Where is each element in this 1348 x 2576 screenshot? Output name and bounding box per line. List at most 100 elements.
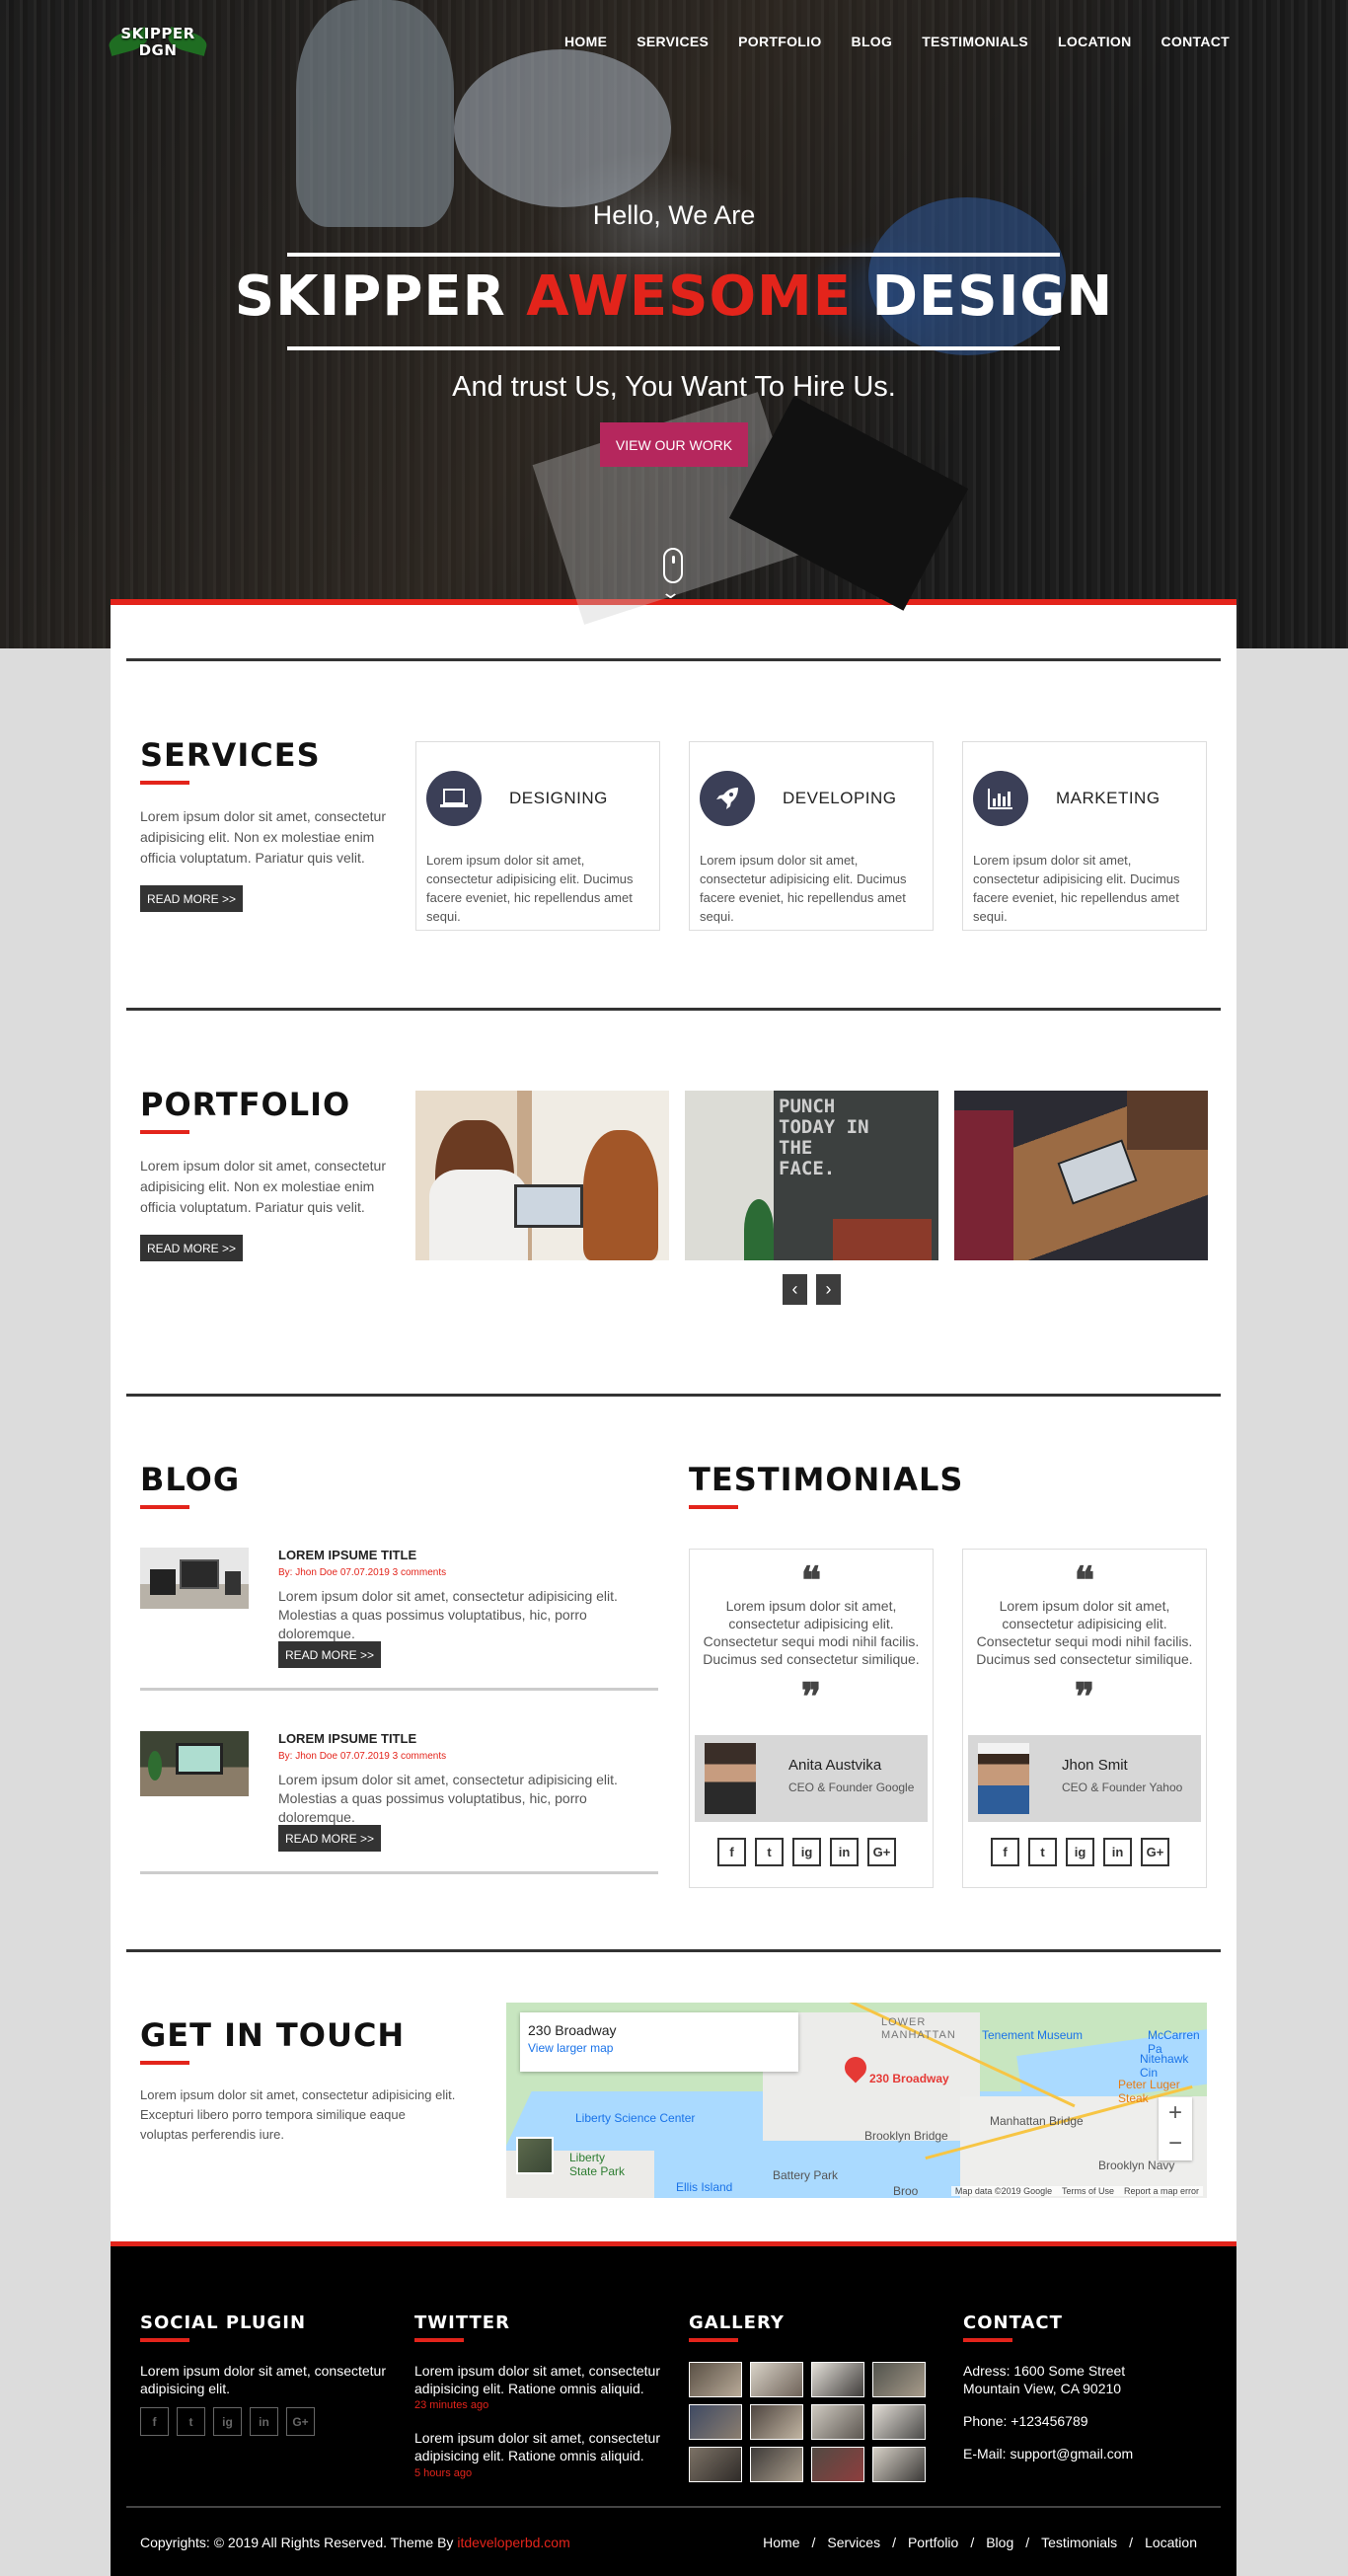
headline-part-3: DESIGN <box>852 265 1114 329</box>
map-satellite-toggle[interactable] <box>516 2137 554 2174</box>
footer-link-portfolio[interactable]: Portfolio <box>908 2535 958 2550</box>
zoom-in-icon[interactable]: + <box>1159 2097 1192 2129</box>
blog-post-title[interactable]: LOREM IPSUME TITLE <box>278 1548 416 1562</box>
portfolio-image-1[interactable] <box>415 1091 669 1260</box>
instagram-icon[interactable]: ig <box>213 2407 242 2436</box>
service-text: Lorem ipsum dolor sit amet, consectetur … <box>973 853 1180 924</box>
gallery-thumb[interactable] <box>811 2447 864 2482</box>
social-plugin-title: SOCIAL PLUGIN <box>140 2312 307 2333</box>
portfolio-image-2[interactable]: PUNCH TODAY IN THE FACE. <box>685 1091 938 1260</box>
photo-laptop <box>514 1184 583 1228</box>
gallery-thumb[interactable] <box>811 2404 864 2440</box>
theme-credit-link[interactable]: itdeveloperbd.com <box>457 2535 569 2550</box>
blog-thumbnail[interactable] <box>140 1548 249 1609</box>
testimonials-title-bar <box>689 1505 738 1509</box>
twitter-icon[interactable]: t <box>1028 1838 1057 1866</box>
hero-tagline: And trust Us, You Want To Hire Us. <box>452 371 896 403</box>
bar-chart-icon <box>973 771 1028 826</box>
linkedin-icon[interactable]: in <box>1103 1838 1132 1866</box>
google-plus-icon[interactable]: G+ <box>867 1838 896 1866</box>
footer-link-separator: / <box>970 2535 975 2550</box>
map-label: Nitehawk Cin <box>1140 2052 1189 2080</box>
author-role: CEO & Founder Google <box>788 1780 915 1794</box>
nav-location[interactable]: LOCATION <box>1058 34 1131 49</box>
gallery-thumb[interactable] <box>750 2404 803 2440</box>
blog-post-excerpt: Lorem ipsum dolor sit amet, consectetur … <box>278 1772 618 1825</box>
hero-greeting: Hello, We Are <box>592 200 756 230</box>
linkedin-icon[interactable]: in <box>830 1838 859 1866</box>
carousel-next-arrow-icon[interactable]: › <box>816 1274 841 1305</box>
location-map[interactable]: 230 Broadway View larger map 230 Broadwa… <box>506 2003 1207 2198</box>
gallery-thumb[interactable] <box>811 2362 864 2397</box>
twitter-title: TWITTER <box>414 2312 510 2333</box>
instagram-icon[interactable]: ig <box>792 1838 821 1866</box>
twitter-icon[interactable]: t <box>177 2407 205 2436</box>
footer-link-services[interactable]: Services <box>827 2535 880 2550</box>
rocket-icon <box>700 771 755 826</box>
blog-read-more-button[interactable]: READ MORE >> <box>278 1641 382 1668</box>
author-social-links: f t ig in G+ <box>991 1838 1169 1866</box>
contact-address-line1: Adress: 1600 Some Street <box>963 2363 1126 2379</box>
services-read-more-button[interactable]: READ MORE >> <box>140 885 244 912</box>
carousel-prev-arrow-icon[interactable]: ‹ <box>783 1274 807 1305</box>
gallery-thumb[interactable] <box>872 2447 926 2482</box>
twitter-icon[interactable]: t <box>755 1838 784 1866</box>
nav-services[interactable]: SERVICES <box>637 34 709 49</box>
view-our-work-button[interactable]: VIEW OUR WORK <box>600 422 748 467</box>
gallery-thumb[interactable] <box>689 2447 742 2482</box>
site-logo[interactable]: SKIPPER DGN <box>107 24 209 63</box>
services-text: Lorem ipsum dolor sit amet, consectetur … <box>140 808 386 866</box>
map-label: Ellis Island <box>676 2180 733 2194</box>
linkedin-icon[interactable]: in <box>250 2407 278 2436</box>
gallery-thumb[interactable] <box>750 2362 803 2397</box>
facebook-icon[interactable]: f <box>717 1838 746 1866</box>
scroll-mouse-icon[interactable] <box>663 548 683 583</box>
author-social-links: f t ig in G+ <box>717 1838 896 1866</box>
gallery-thumb[interactable] <box>872 2362 926 2397</box>
gallery-thumb[interactable] <box>689 2362 742 2397</box>
nav-home[interactable]: HOME <box>564 34 607 49</box>
testimonial-card: ❝ Lorem ipsum dolor sit amet, consectetu… <box>962 1549 1207 1888</box>
blog-post: LOREM IPSUME TITLE By: Jhon Doe 07.07.20… <box>140 1731 658 1874</box>
portfolio-title-bar <box>140 1130 189 1134</box>
hero-headline: SKIPPER AWESOME DESIGN <box>0 265 1348 329</box>
nav-testimonials[interactable]: TESTIMONIALS <box>922 34 1028 49</box>
blog-post-title[interactable]: LOREM IPSUME TITLE <box>278 1731 416 1746</box>
map-label: Tenement Museum <box>982 2028 1084 2042</box>
instagram-icon[interactable]: ig <box>1066 1838 1094 1866</box>
facebook-icon[interactable]: f <box>991 1838 1019 1866</box>
blog-post-meta: By: Jhon Doe 07.07.2019 3 comments <box>278 1751 447 1762</box>
zoom-out-icon[interactable]: − <box>1159 2129 1192 2160</box>
get-in-touch-title: GET IN TOUCH <box>140 2016 406 2054</box>
footer-links: Home / Services / Portfolio / Blog / Testimo… <box>763 2535 1197 2550</box>
footer-link-blog[interactable]: Blog <box>986 2535 1013 2550</box>
portfolio-read-more-button[interactable]: READ MORE >> <box>140 1235 244 1261</box>
google-plus-icon[interactable]: G+ <box>286 2407 315 2436</box>
footer-link-location[interactable]: Location <box>1145 2535 1197 2550</box>
footer-link-testimonials[interactable]: Testimonials <box>1041 2535 1117 2550</box>
blog-read-more-button[interactable]: READ MORE >> <box>278 1825 382 1852</box>
avatar <box>978 1743 1029 1814</box>
portfolio-image-3[interactable] <box>954 1091 1208 1260</box>
map-label: Manhattan Bridge <box>990 2114 1084 2128</box>
gallery-thumb[interactable] <box>750 2447 803 2482</box>
google-plus-icon[interactable]: G+ <box>1141 1838 1169 1866</box>
footer-link-separator: / <box>892 2535 896 2550</box>
footer-link-home[interactable]: Home <box>763 2535 799 2550</box>
blog-divider <box>140 1688 658 1691</box>
facebook-icon[interactable]: f <box>140 2407 169 2436</box>
gallery-thumb[interactable] <box>872 2404 926 2440</box>
view-larger-map-link[interactable]: View larger map <box>528 2041 613 2055</box>
nav-blog[interactable]: BLOG <box>852 34 893 49</box>
footer-divider <box>126 2506 1221 2508</box>
photo-person-a-shirt <box>429 1170 528 1260</box>
laptop-icon <box>426 771 482 826</box>
nav-portfolio[interactable]: PORTFOLIO <box>738 34 821 49</box>
blog-thumbnail[interactable] <box>140 1731 249 1796</box>
gallery-thumb[interactable] <box>689 2404 742 2440</box>
nav-contact[interactable]: CONTACT <box>1161 34 1231 49</box>
map-address: 230 Broadway <box>528 2022 617 2038</box>
scroll-down-chevron-icon[interactable]: ⌄ <box>660 582 681 603</box>
main-content: SERVICES Lorem ipsum dolor sit amet, con… <box>111 599 1236 2243</box>
portfolio-title: PORTFOLIO <box>140 1086 351 1123</box>
